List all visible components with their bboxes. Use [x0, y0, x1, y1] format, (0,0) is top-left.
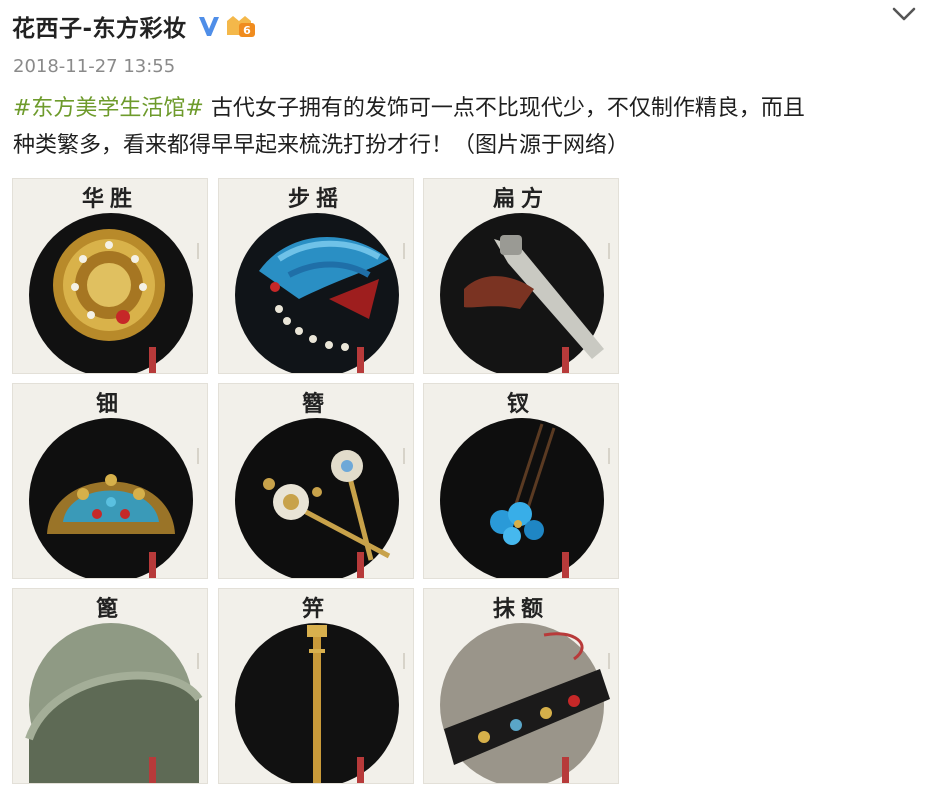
post-content: #东方美学生活馆# 古代女子拥有的发饰可一点不比现代少，不仅制作精良，而且 种类… — [13, 90, 913, 164]
decor-mark — [197, 653, 199, 669]
image-tile-zan[interactable]: 簪 — [218, 383, 414, 579]
tile-label: 钿 — [95, 391, 124, 417]
username[interactable]: 花西子-东方彩妆 — [12, 9, 187, 43]
image-tile-huasheng[interactable]: 华胜 — [12, 178, 208, 374]
image-tile-chai[interactable]: 钗 — [423, 383, 619, 579]
decor-mark — [197, 243, 199, 259]
tile-label: 步摇 — [287, 186, 344, 212]
tile-label: 抹额 — [492, 596, 549, 622]
image-tile-buyao[interactable]: 步摇 — [218, 178, 414, 374]
decor-mark — [608, 653, 610, 669]
red-seal-icon — [357, 347, 364, 373]
red-seal-icon — [357, 757, 364, 783]
post-timestamp[interactable]: 2018-11-27 13:55 — [13, 56, 175, 77]
image-tile-ji[interactable]: 笄 — [218, 588, 414, 784]
post-text-line1: 古代女子拥有的发饰可一点不比现代少，不仅制作精良，而且 — [203, 96, 805, 121]
image-tile-bi[interactable]: 篦 — [12, 588, 208, 784]
decor-mark — [403, 243, 405, 259]
post-text-line2: 种类繁多，看来都得早早起来梳洗打扮才行！（图片源于网络） — [13, 133, 630, 158]
verified-v-icon — [198, 17, 219, 36]
tile-label: 簪 — [301, 391, 330, 417]
image-tile-bianfang[interactable]: 扁方 — [423, 178, 619, 374]
tile-label: 钗 — [506, 391, 535, 417]
svg-text:6: 6 — [243, 24, 251, 37]
chevron-down-icon[interactable] — [886, 2, 922, 28]
image-grid: 华胜 步摇 扁方 钿 簪 钗 篦 笄 抹额 — [12, 178, 622, 788]
tile-label: 扁方 — [492, 186, 549, 212]
decor-mark — [403, 653, 405, 669]
tile-label: 笄 — [301, 596, 330, 622]
red-seal-icon — [562, 757, 569, 783]
hashtag-link[interactable]: #东方美学生活馆# — [13, 96, 204, 121]
red-seal-icon — [149, 757, 156, 783]
red-seal-icon — [357, 552, 364, 578]
decor-mark — [197, 448, 199, 464]
decor-mark — [608, 243, 610, 259]
image-tile-dian[interactable]: 钿 — [12, 383, 208, 579]
post-header: 花西子-东方彩妆 6 — [12, 6, 257, 46]
tile-label: 篦 — [95, 596, 124, 622]
red-seal-icon — [149, 552, 156, 578]
decor-mark — [608, 448, 610, 464]
tile-label: 华胜 — [81, 186, 138, 212]
red-seal-icon — [562, 552, 569, 578]
red-seal-icon — [149, 347, 156, 373]
red-seal-icon — [562, 347, 569, 373]
image-tile-moe[interactable]: 抹额 — [423, 588, 619, 784]
decor-mark — [403, 448, 405, 464]
level-badge-icon: 6 — [226, 16, 255, 37]
